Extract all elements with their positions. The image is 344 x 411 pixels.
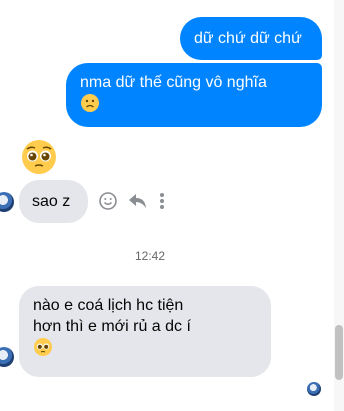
smiley-react-icon[interactable]: [98, 191, 118, 211]
seen-avatar: [307, 382, 321, 396]
more-vertical-icon[interactable]: [158, 191, 166, 211]
avatar[interactable]: [0, 347, 14, 367]
message-text: dữ chứ dữ chứ: [194, 30, 302, 47]
incoming-message[interactable]: nào e coá lịch hc tiện hơn thì e mới rủ …: [19, 286, 271, 377]
message-actions: [98, 189, 166, 213]
timestamp: 12:42: [134, 249, 166, 263]
reply-arrow-icon[interactable]: [128, 193, 148, 209]
avatar[interactable]: [0, 192, 14, 212]
outgoing-message[interactable]: dữ chứ dữ chứ: [180, 17, 322, 60]
pleading-face-icon[interactable]: [20, 138, 58, 181]
message-text: nma dữ thế cũng vô nghĩa: [80, 74, 267, 91]
scrollbar[interactable]: [334, 0, 344, 411]
scrollbar-thumb[interactable]: [335, 325, 343, 380]
message-text: hơn thì e mới rủ a dc í: [33, 318, 191, 335]
pleading-face-icon: [33, 337, 53, 363]
message-text: nào e coá lịch hc tiện: [33, 297, 184, 314]
incoming-message[interactable]: sao z: [19, 180, 88, 223]
frowning-face-icon: [80, 93, 100, 119]
message-text: sao z: [32, 193, 71, 210]
outgoing-message[interactable]: nma dữ thế cũng vô nghĩa: [66, 63, 322, 127]
